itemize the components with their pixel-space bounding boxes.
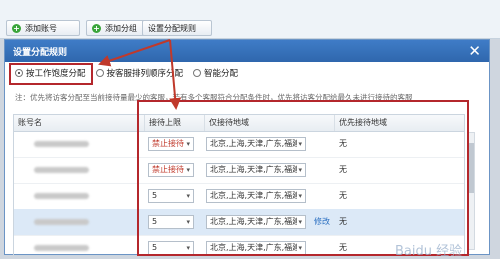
plus-icon: + <box>12 23 21 33</box>
highlight-box-mode <box>9 63 93 85</box>
close-icon[interactable]: ✕ <box>468 42 481 60</box>
add-account-label: 添加账号 <box>25 23 57 33</box>
dialog-title-bar: 设置分配规则 ✕ <box>5 40 489 62</box>
add-group-label: 添加分组 <box>105 23 137 33</box>
watermark: Baidu 经验 <box>395 244 463 259</box>
header-account: 账号名 <box>18 118 42 127</box>
radio-by-order[interactable]: 按客服排列顺序分配 <box>95 67 184 79</box>
add-account-button[interactable]: + 添加账号 <box>6 20 80 36</box>
account-name-blurred <box>34 167 89 173</box>
assignment-rule-dialog: 设置分配规则 ✕ 按工作饱度分配 按客服排列顺序分配 智能分配 注：优先将访客分… <box>4 39 490 259</box>
set-rule-button[interactable]: 设置分配规则 <box>142 20 212 36</box>
highlight-box-table <box>137 100 469 256</box>
set-rule-label: 设置分配规则 <box>148 23 196 33</box>
dialog-title: 设置分配规则 <box>13 47 68 58</box>
toolbar: + 添加账号 + 添加分组 设置分配规则 <box>0 0 500 39</box>
account-name-blurred <box>34 219 89 225</box>
radio-dot-icon <box>95 69 104 77</box>
account-name-blurred <box>34 245 89 251</box>
radio-smart[interactable]: 智能分配 <box>193 67 238 79</box>
account-name-blurred <box>34 193 89 199</box>
radio-label: 按客服排列顺序分配 <box>106 69 184 79</box>
radio-dot-icon <box>193 69 202 77</box>
add-group-button[interactable]: + 添加分组 <box>86 20 146 36</box>
plus-icon: + <box>92 23 101 33</box>
account-name-blurred <box>34 141 89 147</box>
radio-label: 智能分配 <box>204 69 239 79</box>
